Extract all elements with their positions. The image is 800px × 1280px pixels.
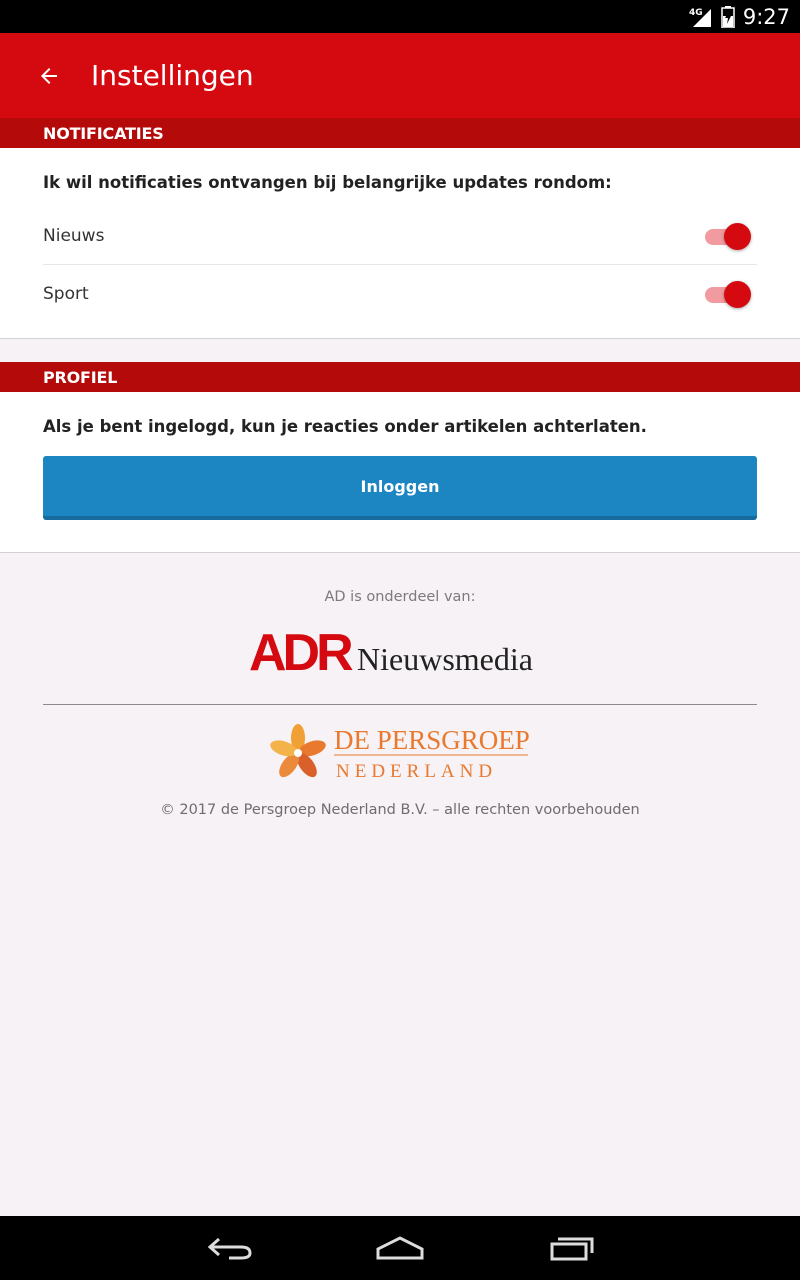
- notifications-intro: Ik wil notificaties ontvangen bij belang…: [43, 173, 612, 192]
- section-header-notifications: NOTIFICATIES: [0, 118, 800, 148]
- back-button[interactable]: [25, 52, 73, 100]
- battery-icon: [721, 5, 735, 28]
- status-time: 9:27: [742, 4, 790, 29]
- nav-back-button[interactable]: [190, 1230, 270, 1266]
- sport-switch[interactable]: [703, 279, 753, 309]
- adr-mark-text: ADR: [249, 624, 353, 676]
- recent-apps-icon: [550, 1237, 594, 1261]
- persgroep-line1: DE PERSGROEP: [334, 725, 530, 755]
- nav-home-button[interactable]: [360, 1230, 440, 1266]
- nav-recent-apps-button[interactable]: [532, 1230, 612, 1266]
- adr-nieuwsmedia-logo: ADR Nieuwsmedia: [249, 624, 533, 676]
- persgroep-line2: NEDERLAND: [336, 761, 497, 782]
- back-icon: [207, 1237, 252, 1260]
- nieuws-switch[interactable]: [703, 221, 753, 251]
- adr-name-text: Nieuwsmedia: [357, 641, 533, 676]
- toggle-label-nieuws: Nieuws: [43, 226, 105, 246]
- footer-divider: [43, 704, 757, 705]
- persgroep-logo: DE PERSGROEP NEDERLAND: [270, 724, 530, 782]
- system-nav-bar: [0, 1216, 800, 1280]
- toggle-row-nieuws: Nieuws: [43, 208, 757, 265]
- footer-caption: AD is onderdeel van:: [324, 589, 476, 605]
- login-button[interactable]: Inloggen: [43, 456, 757, 520]
- arrow-left-icon: [41, 67, 57, 84]
- status-icons: 4G 9:27: [689, 4, 790, 29]
- toggle-row-sport: Sport: [43, 265, 757, 322]
- section-header-profile: PROFIEL: [0, 362, 800, 392]
- switch-thumb: [724, 223, 751, 250]
- switch-thumb: [724, 280, 751, 308]
- toggle-label-sport: Sport: [43, 283, 89, 304]
- app-bar: Instellingen: [0, 33, 800, 118]
- copyright-text: © 2017 de Persgroep Nederland B.V. – all…: [160, 802, 640, 818]
- flower-icon: [270, 724, 326, 778]
- page-title: Instellingen: [91, 59, 254, 92]
- home-icon: [376, 1236, 424, 1260]
- profile-intro: Als je bent ingelogd, kun je reacties on…: [43, 417, 647, 436]
- network-type-label: 4G: [689, 8, 703, 18]
- signal-icon: 4G: [689, 8, 711, 27]
- notifications-card: Ik wil notificaties ontvangen bij belang…: [0, 148, 800, 339]
- status-bar: 4G 9:27: [0, 0, 800, 33]
